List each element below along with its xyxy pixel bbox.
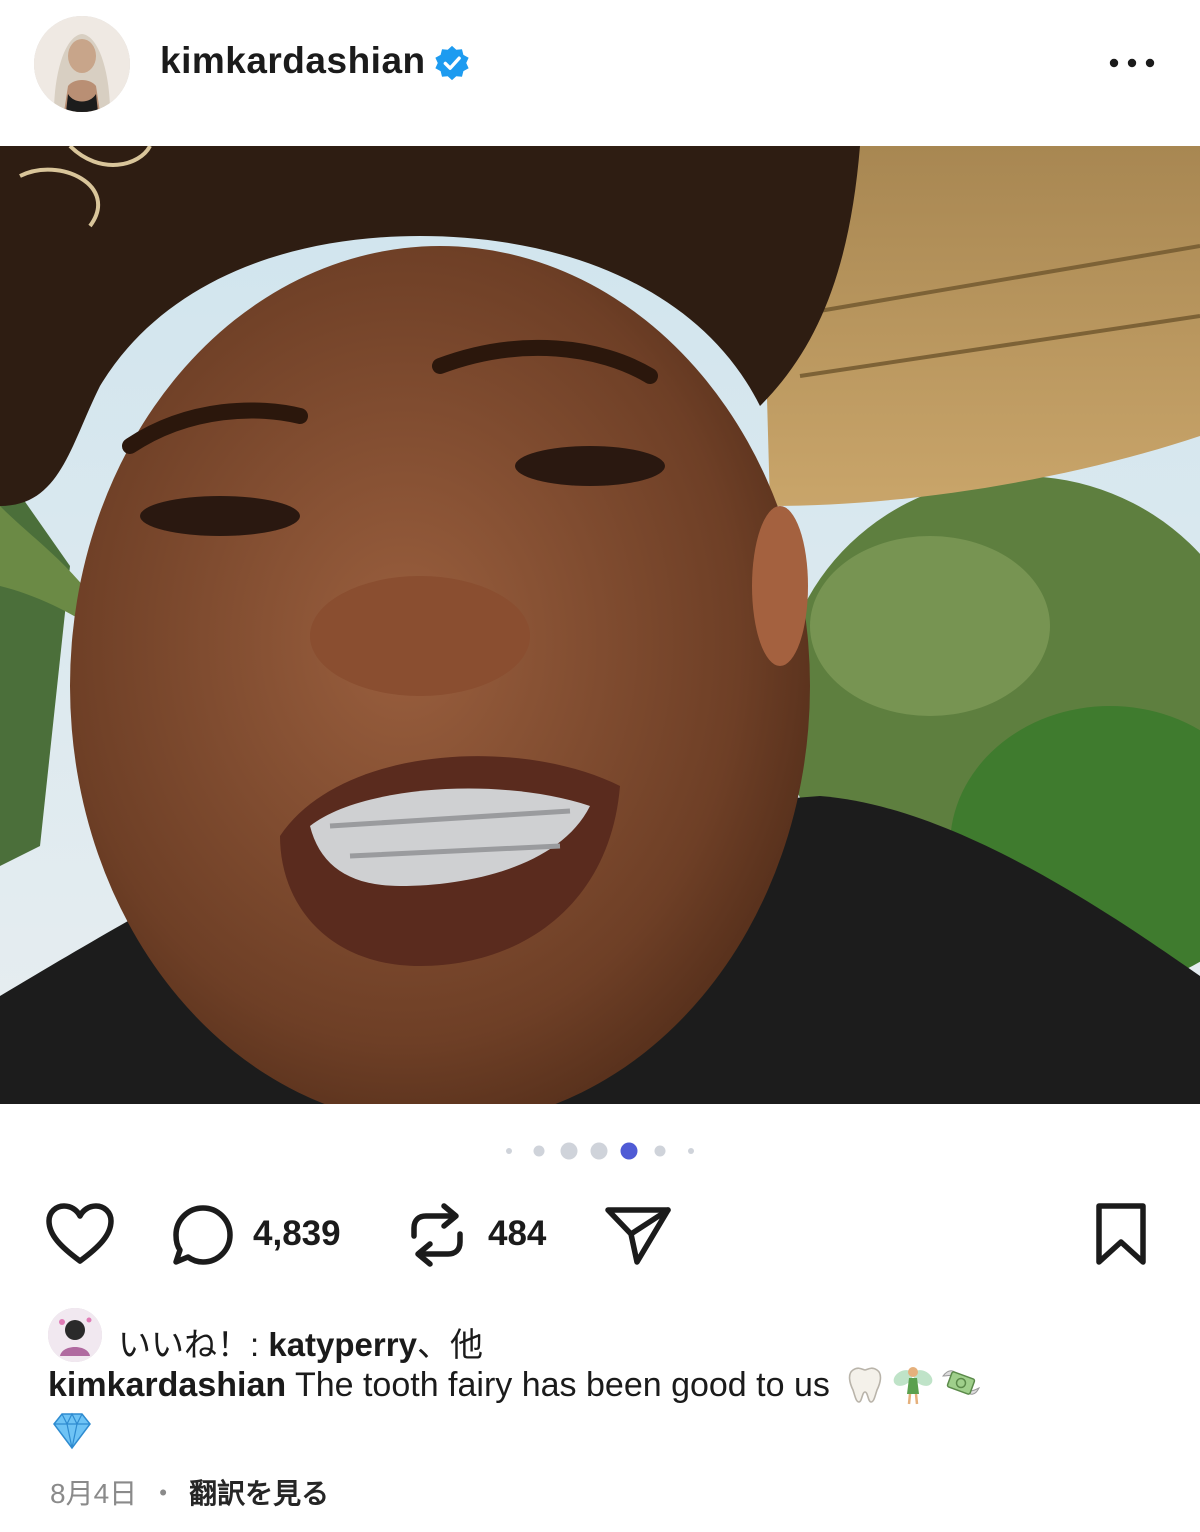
comment-button[interactable] <box>166 1198 240 1272</box>
post-username[interactable]: kimkardashian <box>160 40 426 82</box>
profile-avatar[interactable] <box>34 16 130 112</box>
bookmark-icon <box>1096 1203 1146 1265</box>
repost-icon <box>411 1203 463 1267</box>
likes-suffix: 、他 <box>416 1326 483 1363</box>
fairy-emoji <box>893 1367 933 1405</box>
likes-summary[interactable]: いいね！: katyperry、他 <box>48 1308 1148 1364</box>
meta-separator: ・ <box>149 1478 178 1509</box>
likes-text: いいね！: katyperry、他 <box>118 1318 483 1366</box>
share-button[interactable] <box>602 1200 674 1270</box>
post-photo[interactable] <box>0 146 1200 1104</box>
send-icon <box>605 1207 671 1265</box>
carousel-indicator <box>506 1142 694 1160</box>
post-date: 8月4日 <box>50 1478 138 1509</box>
save-button[interactable] <box>1088 1198 1154 1272</box>
translate-link[interactable]: 翻訳を見る <box>189 1478 329 1509</box>
caption-username[interactable]: kimkardashian <box>48 1366 286 1404</box>
carousel-dot <box>533 1145 545 1157</box>
carousel-dot <box>688 1148 694 1154</box>
carousel-dot <box>590 1142 608 1160</box>
caption-text: The tooth fairy has been good to us <box>286 1366 840 1404</box>
comment-count: 4,839 <box>253 1214 341 1253</box>
post-meta: 8月4日・翻訳を見る <box>50 1472 329 1512</box>
more-horizontal-icon[interactable] <box>1106 48 1158 78</box>
carousel-dot-active <box>620 1142 638 1160</box>
liker-avatar[interactable] <box>48 1308 102 1362</box>
repost-count: 484 <box>488 1214 547 1253</box>
verified-badge-icon <box>435 45 469 81</box>
carousel-dot <box>506 1148 512 1154</box>
carousel-dot <box>654 1145 666 1157</box>
post-header: kimkardashian <box>0 0 1200 146</box>
comment-icon <box>173 1205 233 1265</box>
post-caption: kimkardashian The tooth fairy has been g… <box>48 1362 1158 1454</box>
repost-button[interactable] <box>404 1198 470 1272</box>
like-button[interactable] <box>40 1196 120 1272</box>
carousel-dot <box>560 1142 578 1160</box>
liker-username[interactable]: katyperry <box>268 1326 417 1363</box>
money-wings-emoji <box>942 1370 981 1395</box>
likes-prefix: いいね！: <box>118 1326 269 1363</box>
gem-emoji <box>53 1412 91 1450</box>
heart-icon <box>46 1203 114 1264</box>
tooth-emoji <box>849 1367 882 1403</box>
